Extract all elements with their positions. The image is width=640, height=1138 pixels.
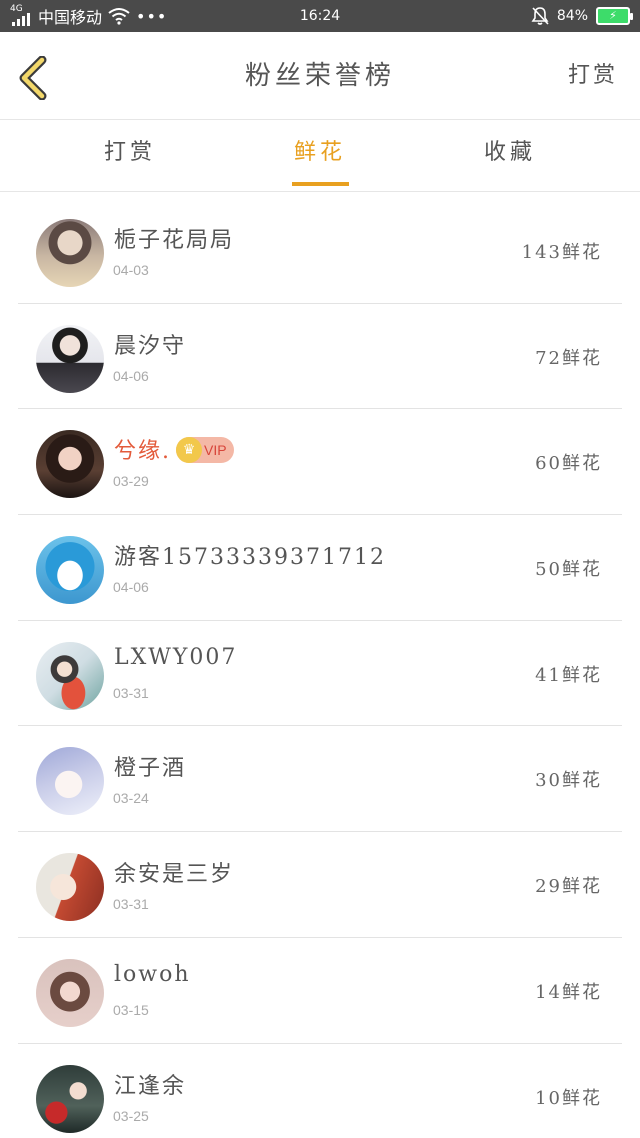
tab-favorites[interactable]: 收藏 (470, 120, 550, 192)
fan-date: 03-29 (113, 473, 149, 490)
flower-count: 72鲜花 (535, 347, 602, 369)
fan-list: 栀子花局局 04-03 143鲜花 晨汐守 04-06 72鲜花 兮缘. ♛ V… (0, 198, 640, 1138)
fan-date: 03-31 (113, 684, 149, 701)
fan-name: 晨汐守 (114, 333, 187, 359)
mute-bell-icon (531, 7, 549, 25)
list-item[interactable]: 余安是三岁 03-31 29鲜花 (0, 832, 640, 938)
list-item[interactable]: LXWY007 03-31 41鲜花 (0, 621, 640, 727)
fan-name: 余安是三岁 (114, 862, 235, 888)
flower-count: 29鲜花 (535, 876, 602, 898)
fan-name: 橙子酒 (114, 756, 187, 782)
fan-date: 03-31 (113, 896, 149, 913)
tab-bar: 打赏 鲜花 收藏 (0, 120, 640, 192)
avatar[interactable] (36, 853, 104, 922)
reward-button[interactable]: 打赏 (568, 32, 618, 120)
flower-count: 30鲜花 (535, 770, 602, 792)
list-item[interactable]: 晨汐守 04-06 72鲜花 (0, 304, 640, 410)
fan-name: LXWY007 (114, 644, 238, 670)
list-item[interactable]: 江逢余 03-25 10鲜花 (0, 1044, 640, 1138)
active-tab-indicator (292, 182, 349, 186)
fan-name: 兮缘. (114, 439, 171, 465)
fan-date: 04-03 (113, 262, 149, 278)
fan-date: 03-25 (113, 1107, 149, 1124)
vip-label: VIP (204, 442, 227, 459)
crown-icon: ♛ (176, 437, 202, 464)
fan-date: 04-06 (113, 367, 149, 384)
tab-reward[interactable]: 打赏 (90, 120, 170, 192)
fan-name: 栀子花局局 (114, 228, 235, 253)
fan-date: 03-24 (113, 790, 149, 807)
fan-date: 04-06 (113, 579, 149, 596)
fan-date: 03-15 (113, 1001, 149, 1018)
battery-charging-icon: ⚡ (596, 7, 633, 25)
flower-count: 60鲜花 (535, 453, 602, 475)
list-item[interactable]: 栀子花局局 04-03 143鲜花 (0, 198, 640, 304)
status-bar: 4G 中国移动 ••• 16:24 84% ⚡ (0, 0, 640, 32)
battery-percent: 84% (556, 8, 588, 24)
page-title: 粉丝荣誉榜 (244, 61, 395, 91)
list-item[interactable]: 橙子酒 03-24 30鲜花 (0, 726, 640, 832)
status-right: 84% ⚡ (531, 0, 633, 32)
avatar[interactable] (36, 536, 104, 605)
avatar[interactable] (36, 1064, 104, 1133)
fan-name: 江逢余 (114, 1073, 187, 1099)
list-item[interactable]: 游客15733339371712 04-06 50鲜花 (0, 515, 640, 621)
header-bar: 粉丝荣誉榜 打赏 (0, 32, 640, 120)
list-item[interactable]: lowoh 03-15 14鲜花 (0, 938, 640, 1044)
flower-count: 10鲜花 (535, 1087, 602, 1109)
avatar[interactable] (36, 747, 104, 816)
fan-name: lowoh (114, 961, 191, 987)
avatar[interactable] (36, 430, 104, 499)
avatar[interactable] (36, 958, 104, 1027)
flower-count: 14鲜花 (535, 981, 602, 1003)
flower-count: 50鲜花 (535, 559, 602, 581)
list-item[interactable]: 兮缘. ♛ VIP 03-29 60鲜花 (0, 409, 640, 515)
vip-badge: ♛ VIP (176, 437, 234, 464)
flower-count: 143鲜花 (521, 242, 602, 263)
avatar[interactable] (36, 219, 104, 287)
fan-name: 游客15733339371712 (114, 545, 386, 571)
avatar[interactable] (36, 324, 104, 393)
avatar[interactable] (36, 641, 104, 710)
flower-count: 41鲜花 (535, 664, 602, 686)
